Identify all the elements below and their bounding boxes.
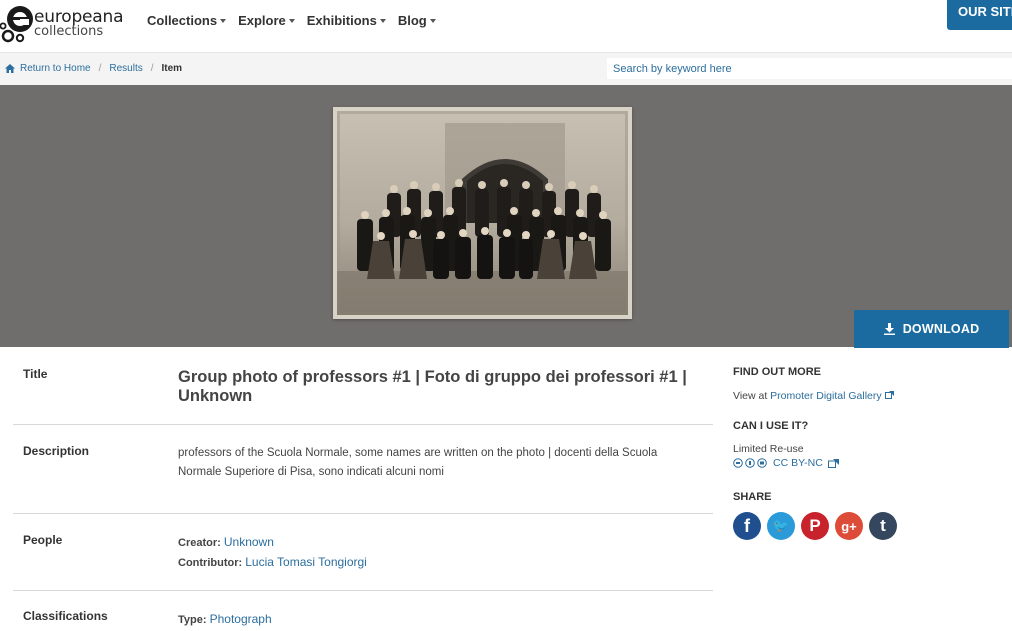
find-out-more-heading: FIND OUT MORE xyxy=(733,366,821,378)
google-plus-icon[interactable]: g+ xyxy=(835,512,863,540)
description-label: Description xyxy=(23,444,90,458)
group-photo-image xyxy=(337,111,628,315)
tumblr-icon[interactable]: t xyxy=(869,512,897,540)
nav-blog[interactable]: Blog xyxy=(398,13,436,28)
breadcrumb-separator: / xyxy=(98,63,102,74)
chevron-down-icon xyxy=(288,19,295,23)
chevron-down-icon xyxy=(379,19,386,23)
contributor-key: Contributor: xyxy=(178,557,243,569)
people-row: People Creator: Unknown Contributor: Luc… xyxy=(13,514,713,591)
contributor-link[interactable]: Lucia Tomasi Tongiorgi xyxy=(245,555,367,569)
nav-collections[interactable]: Collections xyxy=(147,13,227,28)
search-input[interactable] xyxy=(607,58,1012,79)
breadcrumb-separator: / xyxy=(150,63,154,74)
title-label: Title xyxy=(23,367,48,381)
pinterest-icon[interactable]: P xyxy=(801,512,829,540)
nav-label: Collections xyxy=(147,13,218,28)
license-link[interactable]: CC BY-NC xyxy=(773,457,823,469)
chevron-down-icon xyxy=(429,19,436,23)
creator-link[interactable]: Unknown xyxy=(224,535,274,549)
view-at-text: View at xyxy=(733,390,768,402)
rights-text: Limited Re-use xyxy=(733,443,804,455)
chevron-down-icon xyxy=(220,19,227,23)
europeana-logo-icon xyxy=(0,6,33,43)
classifications-label: Classifications xyxy=(23,609,108,623)
license-line: CC BY-NC xyxy=(733,457,1003,469)
europeana-logo[interactable]: europeana collections xyxy=(0,0,130,46)
type-key: Type: xyxy=(178,614,207,626)
promoter-gallery-link[interactable]: Promoter Digital Gallery xyxy=(770,390,881,402)
classification-values: Type: Photograph xyxy=(178,610,272,630)
can-i-use-heading: CAN I USE IT? xyxy=(733,420,809,432)
external-link-icon xyxy=(827,458,839,468)
title-row: Title Group photo of professors #1 | Fot… xyxy=(13,348,713,425)
download-label: DOWNLOAD xyxy=(902,322,980,336)
breadcrumb: Return to Home / Results / Item xyxy=(5,63,182,74)
classifications-row: Classifications Type: Photograph xyxy=(13,591,713,631)
item-description: professors of the Scuola Normale, some n… xyxy=(178,447,658,478)
download-icon xyxy=(883,323,895,335)
share-buttons: f 🐦 P g+ t xyxy=(733,512,1003,540)
breadcrumb-current: Item xyxy=(161,63,183,74)
download-button[interactable]: DOWNLOAD xyxy=(854,310,1009,348)
view-at-line: View at Promoter Digital Gallery xyxy=(733,390,1003,402)
type-link[interactable]: Photograph xyxy=(210,612,272,626)
item-photo[interactable] xyxy=(333,107,632,319)
people-label: People xyxy=(23,533,63,547)
creator-key: Creator: xyxy=(178,537,221,549)
external-link-icon xyxy=(884,391,894,399)
nav-explore[interactable]: Explore xyxy=(238,13,295,28)
description-row: Description professors of the Scuola Nor… xyxy=(13,425,713,514)
site-header: europeana collections Collections Explor… xyxy=(0,0,1012,53)
cc-license-icons xyxy=(733,458,767,468)
breadcrumb-results-link[interactable]: Results xyxy=(109,63,142,74)
breadcrumb-home-link[interactable]: Return to Home xyxy=(20,63,91,74)
logo-subtext: collections xyxy=(34,24,104,39)
share-heading: SHARE xyxy=(733,491,772,503)
nav-label: Explore xyxy=(238,13,286,28)
people-values: Creator: Unknown Contributor: Lucia Toma… xyxy=(178,533,367,573)
twitter-icon[interactable]: 🐦 xyxy=(767,512,795,540)
nav-label: Exhibitions xyxy=(306,13,377,28)
our-site-button[interactable]: OUR SITE xyxy=(947,0,1012,30)
main-nav: Collections Explore Exhibitions Blog xyxy=(147,13,448,28)
nav-exhibitions[interactable]: Exhibitions xyxy=(307,13,386,28)
item-title: Group photo of professors #1 | Foto di g… xyxy=(178,368,687,405)
home-icon xyxy=(5,64,15,73)
facebook-icon[interactable]: f xyxy=(733,512,761,540)
media-viewer xyxy=(0,85,1012,347)
side-panel: FIND OUT MORE View at Promoter Digital G… xyxy=(733,366,1003,540)
nav-label: Blog xyxy=(397,13,427,28)
